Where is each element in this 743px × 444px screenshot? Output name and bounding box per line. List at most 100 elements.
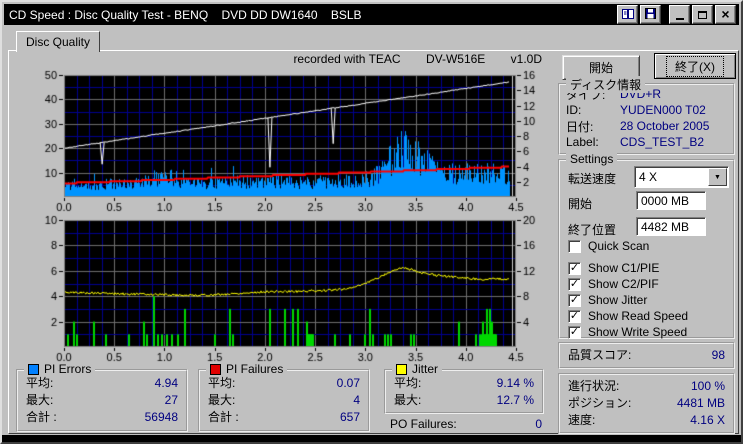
checkbox-label: Show Jitter bbox=[588, 293, 648, 307]
jitter-panel-title: Jitter bbox=[392, 362, 443, 376]
checkbox-show-write-speed[interactable]: ✓ Show Write Speed bbox=[568, 325, 687, 339]
checkbox-show-read-speed[interactable]: ✓ Show Read Speed bbox=[568, 309, 688, 323]
po-failures-label: PO Failures: bbox=[390, 417, 457, 431]
checkbox-box[interactable] bbox=[568, 239, 581, 253]
checkbox-show-jitter[interactable]: ✓ Show Jitter bbox=[568, 293, 647, 307]
title-bar[interactable]: CD Speed : Disc Quality Test - BENQ DVD … bbox=[4, 4, 739, 25]
stat-row: 最大: 27 bbox=[18, 391, 186, 408]
stat-label: 平均: bbox=[26, 376, 54, 390]
stat-row: 最大: 4 bbox=[200, 391, 368, 408]
quality-score-row: 品質スコア: 98 bbox=[560, 346, 733, 363]
progress-label: 進行状況: bbox=[568, 379, 620, 393]
jitter-title-text: Jitter bbox=[412, 362, 439, 376]
stat-label: 平均: bbox=[208, 376, 236, 390]
speed-row-label: 速度: bbox=[568, 413, 596, 427]
exit-button-label: 終了(X) bbox=[666, 55, 724, 77]
maximize-icon bbox=[698, 10, 707, 19]
report-button[interactable] bbox=[617, 5, 638, 24]
save-icon bbox=[645, 7, 656, 22]
disc-info-label: 日付: bbox=[566, 119, 594, 134]
quality-score-value: 98 bbox=[711, 347, 725, 362]
checkbox-label: Quick Scan bbox=[588, 239, 650, 253]
stat-value: 4.94 bbox=[154, 375, 178, 390]
start-position-input[interactable]: 0000 MB bbox=[636, 191, 706, 210]
disc-info-label: ID: bbox=[566, 103, 582, 117]
disc-info-group: ディスク情報 タイプ: DVD+R ID: YUDEN000 T02 日付: 2… bbox=[558, 76, 735, 155]
checkbox-label: Show Read Speed bbox=[588, 309, 689, 323]
checkbox-label: Show Write Speed bbox=[588, 325, 688, 339]
settings-group-title: Settings bbox=[566, 152, 618, 166]
stat-value: 0.07 bbox=[336, 375, 360, 390]
exit-button[interactable]: 終了(X) bbox=[654, 53, 736, 79]
close-button[interactable]: × bbox=[715, 5, 736, 24]
end-position-label: 終了位置 bbox=[568, 223, 617, 237]
checkbox-box[interactable]: ✓ bbox=[568, 309, 581, 323]
end-position-input[interactable]: 4482 MB bbox=[636, 217, 706, 236]
stat-value: 12.7 % bbox=[496, 392, 534, 407]
po-failures-row: PO Failures: 0 bbox=[390, 417, 542, 431]
stat-label: 合計 : bbox=[26, 410, 57, 424]
quality-score-box: 品質スコア: 98 bbox=[558, 342, 735, 369]
stat-value: 657 bbox=[339, 409, 360, 424]
stat-row: 平均: 9.14 % bbox=[386, 374, 542, 391]
recorded-label: recorded with TEAC bbox=[293, 52, 401, 66]
start-position-label: 開始 bbox=[568, 197, 593, 211]
maximize-button[interactable] bbox=[692, 5, 713, 24]
stat-row: 合計 : 657 bbox=[200, 408, 368, 425]
disc-info-row: Label: CDS_TEST_B2 bbox=[560, 134, 733, 150]
stat-label: 最大: bbox=[208, 393, 236, 407]
chevron-down-icon[interactable]: ▼ bbox=[708, 168, 727, 186]
quality-score-label: 品質スコア: bbox=[568, 348, 632, 362]
disc-info-value: 28 October 2005 bbox=[620, 119, 710, 133]
app-window: CD Speed : Disc Quality Test - BENQ DVD … bbox=[0, 0, 743, 444]
checkbox-show-c1-pie[interactable]: ✓ Show C1/PIE bbox=[568, 261, 659, 275]
stat-value: 27 bbox=[164, 392, 178, 407]
report-icon bbox=[621, 8, 634, 22]
progress-value: 100 % bbox=[690, 378, 725, 393]
minimize-icon bbox=[675, 17, 684, 20]
checkbox-box[interactable]: ✓ bbox=[568, 293, 581, 307]
jitter-panel: Jitter 平均: 9.14 % 最大: 12.7 % bbox=[384, 362, 544, 414]
position-row: ポジション: 4481 MB bbox=[560, 394, 733, 411]
checkbox-show-c2-pif[interactable]: ✓ Show C2/PIF bbox=[568, 277, 659, 291]
checkbox-label: Show C1/PIE bbox=[588, 261, 660, 275]
checkbox-label: Show C2/PIF bbox=[588, 277, 659, 291]
disc-info-label: Label: bbox=[566, 135, 599, 149]
minimize-button[interactable] bbox=[669, 5, 690, 24]
pi-errors-chart bbox=[26, 65, 544, 215]
stat-label: 最大: bbox=[394, 393, 422, 407]
disc-info-row: ID: YUDEN000 T02 bbox=[560, 102, 733, 118]
disc-info-row: 日付: 28 October 2005 bbox=[560, 118, 733, 134]
pi-failures-panel-title: PI Failures bbox=[206, 362, 288, 376]
stat-row: 平均: 4.94 bbox=[18, 374, 186, 391]
speed-combobox[interactable]: 4 X ▼ bbox=[634, 166, 729, 188]
close-icon: × bbox=[721, 6, 730, 22]
stat-value: 4 bbox=[353, 392, 360, 407]
stat-row: 最大: 12.7 % bbox=[386, 391, 542, 408]
stat-value: 56948 bbox=[144, 409, 178, 424]
position-value: 4481 MB bbox=[676, 395, 725, 410]
position-label: ポジション: bbox=[568, 396, 632, 410]
pi-failures-title-text: PI Failures bbox=[226, 362, 284, 376]
window-bottom-edge bbox=[2, 435, 741, 442]
stat-row: 合計 : 56948 bbox=[18, 408, 186, 425]
stat-row: 平均: 0.07 bbox=[200, 374, 368, 391]
checkbox-box[interactable]: ✓ bbox=[568, 325, 581, 339]
stat-value: 9.14 % bbox=[496, 375, 534, 390]
speed-row: 速度: 4.16 X bbox=[560, 411, 733, 428]
progress-row: 進行状況: 100 % bbox=[560, 377, 733, 394]
checkbox-quick-scan[interactable]: Quick Scan bbox=[568, 239, 649, 253]
speed-row-value: 4.16 X bbox=[690, 412, 725, 427]
stat-label: 最大: bbox=[26, 393, 54, 407]
pi-failures-panel: PI Failures 平均: 0.07 最大: 4 合計 : 657 bbox=[198, 362, 370, 432]
writer-drive-label: DV-W516E bbox=[425, 52, 486, 66]
window-title: CD Speed : Disc Quality Test - BENQ DVD … bbox=[9, 7, 362, 22]
checkbox-box[interactable]: ✓ bbox=[568, 277, 581, 291]
save-button[interactable] bbox=[640, 5, 661, 24]
pi-failures-jitter-chart bbox=[26, 215, 544, 365]
stat-label: 合計 : bbox=[208, 410, 239, 424]
checkbox-box[interactable]: ✓ bbox=[568, 261, 581, 275]
jitter-swatch bbox=[396, 363, 407, 375]
tab-disc-quality[interactable]: Disc Quality bbox=[16, 31, 100, 52]
pi-errors-panel: PI Errors 平均: 4.94 最大: 27 合計 : 56948 bbox=[16, 362, 188, 432]
